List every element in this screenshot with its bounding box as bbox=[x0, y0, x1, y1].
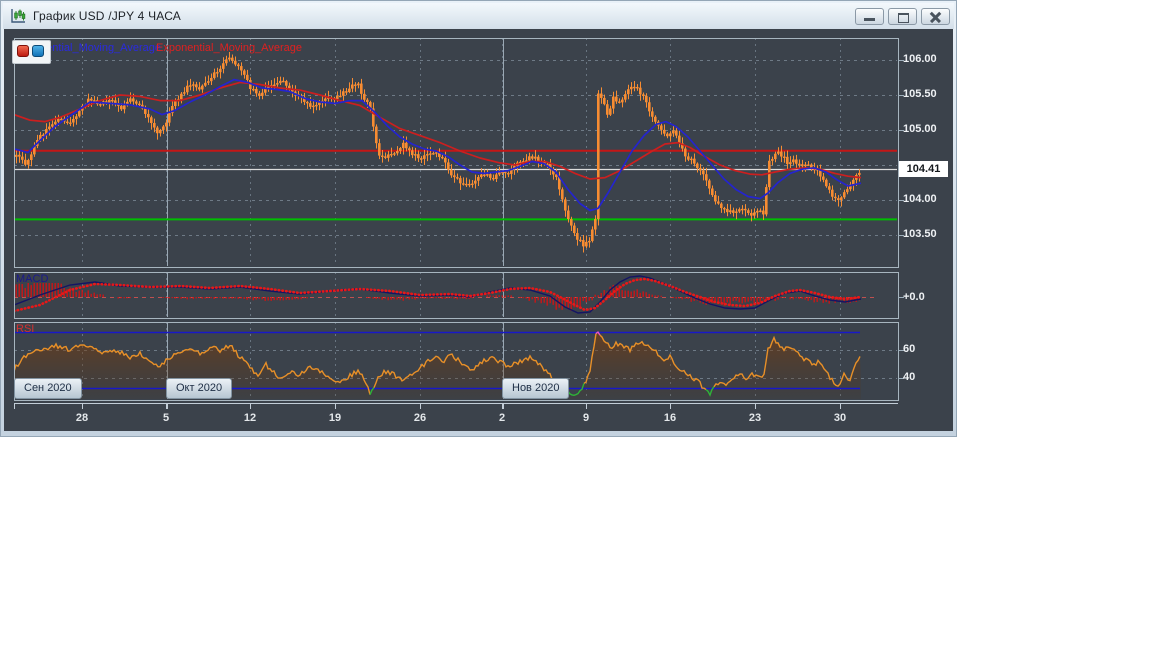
current-price-tag: 104.41 bbox=[899, 161, 948, 177]
date-tick-label: 2 bbox=[498, 412, 506, 424]
price-tick-label: 106.00 bbox=[903, 53, 937, 65]
macd-label: MACD bbox=[16, 273, 49, 285]
date-tick-label: 26 bbox=[413, 412, 427, 424]
macd-value-label: +0.0 bbox=[903, 291, 925, 303]
price-tick-label: 105.00 bbox=[903, 123, 937, 135]
desktop: График USD /JPY 4 ЧАСА Exponential_Movin… bbox=[0, 0, 1152, 648]
rsi-tick-label: 40 bbox=[903, 371, 916, 383]
price-tick-label: 105.50 bbox=[903, 88, 937, 100]
rsi-label: RSI bbox=[16, 323, 35, 335]
date-tick-label: 28 bbox=[75, 412, 89, 424]
legend-red-swatch[interactable] bbox=[17, 45, 29, 57]
month-marker-label: Окт 2020 bbox=[166, 378, 233, 399]
date-tick-label: 30 bbox=[833, 412, 847, 424]
rsi-tick-label: 60 bbox=[903, 343, 916, 355]
legend-color-box bbox=[12, 40, 51, 64]
date-tick-label: 23 bbox=[748, 412, 762, 424]
date-tick-label: 9 bbox=[582, 412, 590, 424]
chart-canvas[interactable] bbox=[0, 0, 957, 437]
price-tick-label: 104.00 bbox=[903, 193, 937, 205]
month-marker-label: Сен 2020 bbox=[14, 378, 82, 399]
date-tick-label: 12 bbox=[243, 412, 257, 424]
price-tick-label: 103.50 bbox=[903, 228, 937, 240]
date-tick-label: 16 bbox=[663, 412, 677, 424]
legend-blue-swatch[interactable] bbox=[32, 45, 44, 57]
date-tick-label: 19 bbox=[328, 412, 342, 424]
legend-ema-slow-label: Exponential_Moving_Average bbox=[156, 42, 302, 54]
month-marker-label: Нов 2020 bbox=[502, 378, 570, 399]
date-tick-label: 5 bbox=[162, 412, 170, 424]
